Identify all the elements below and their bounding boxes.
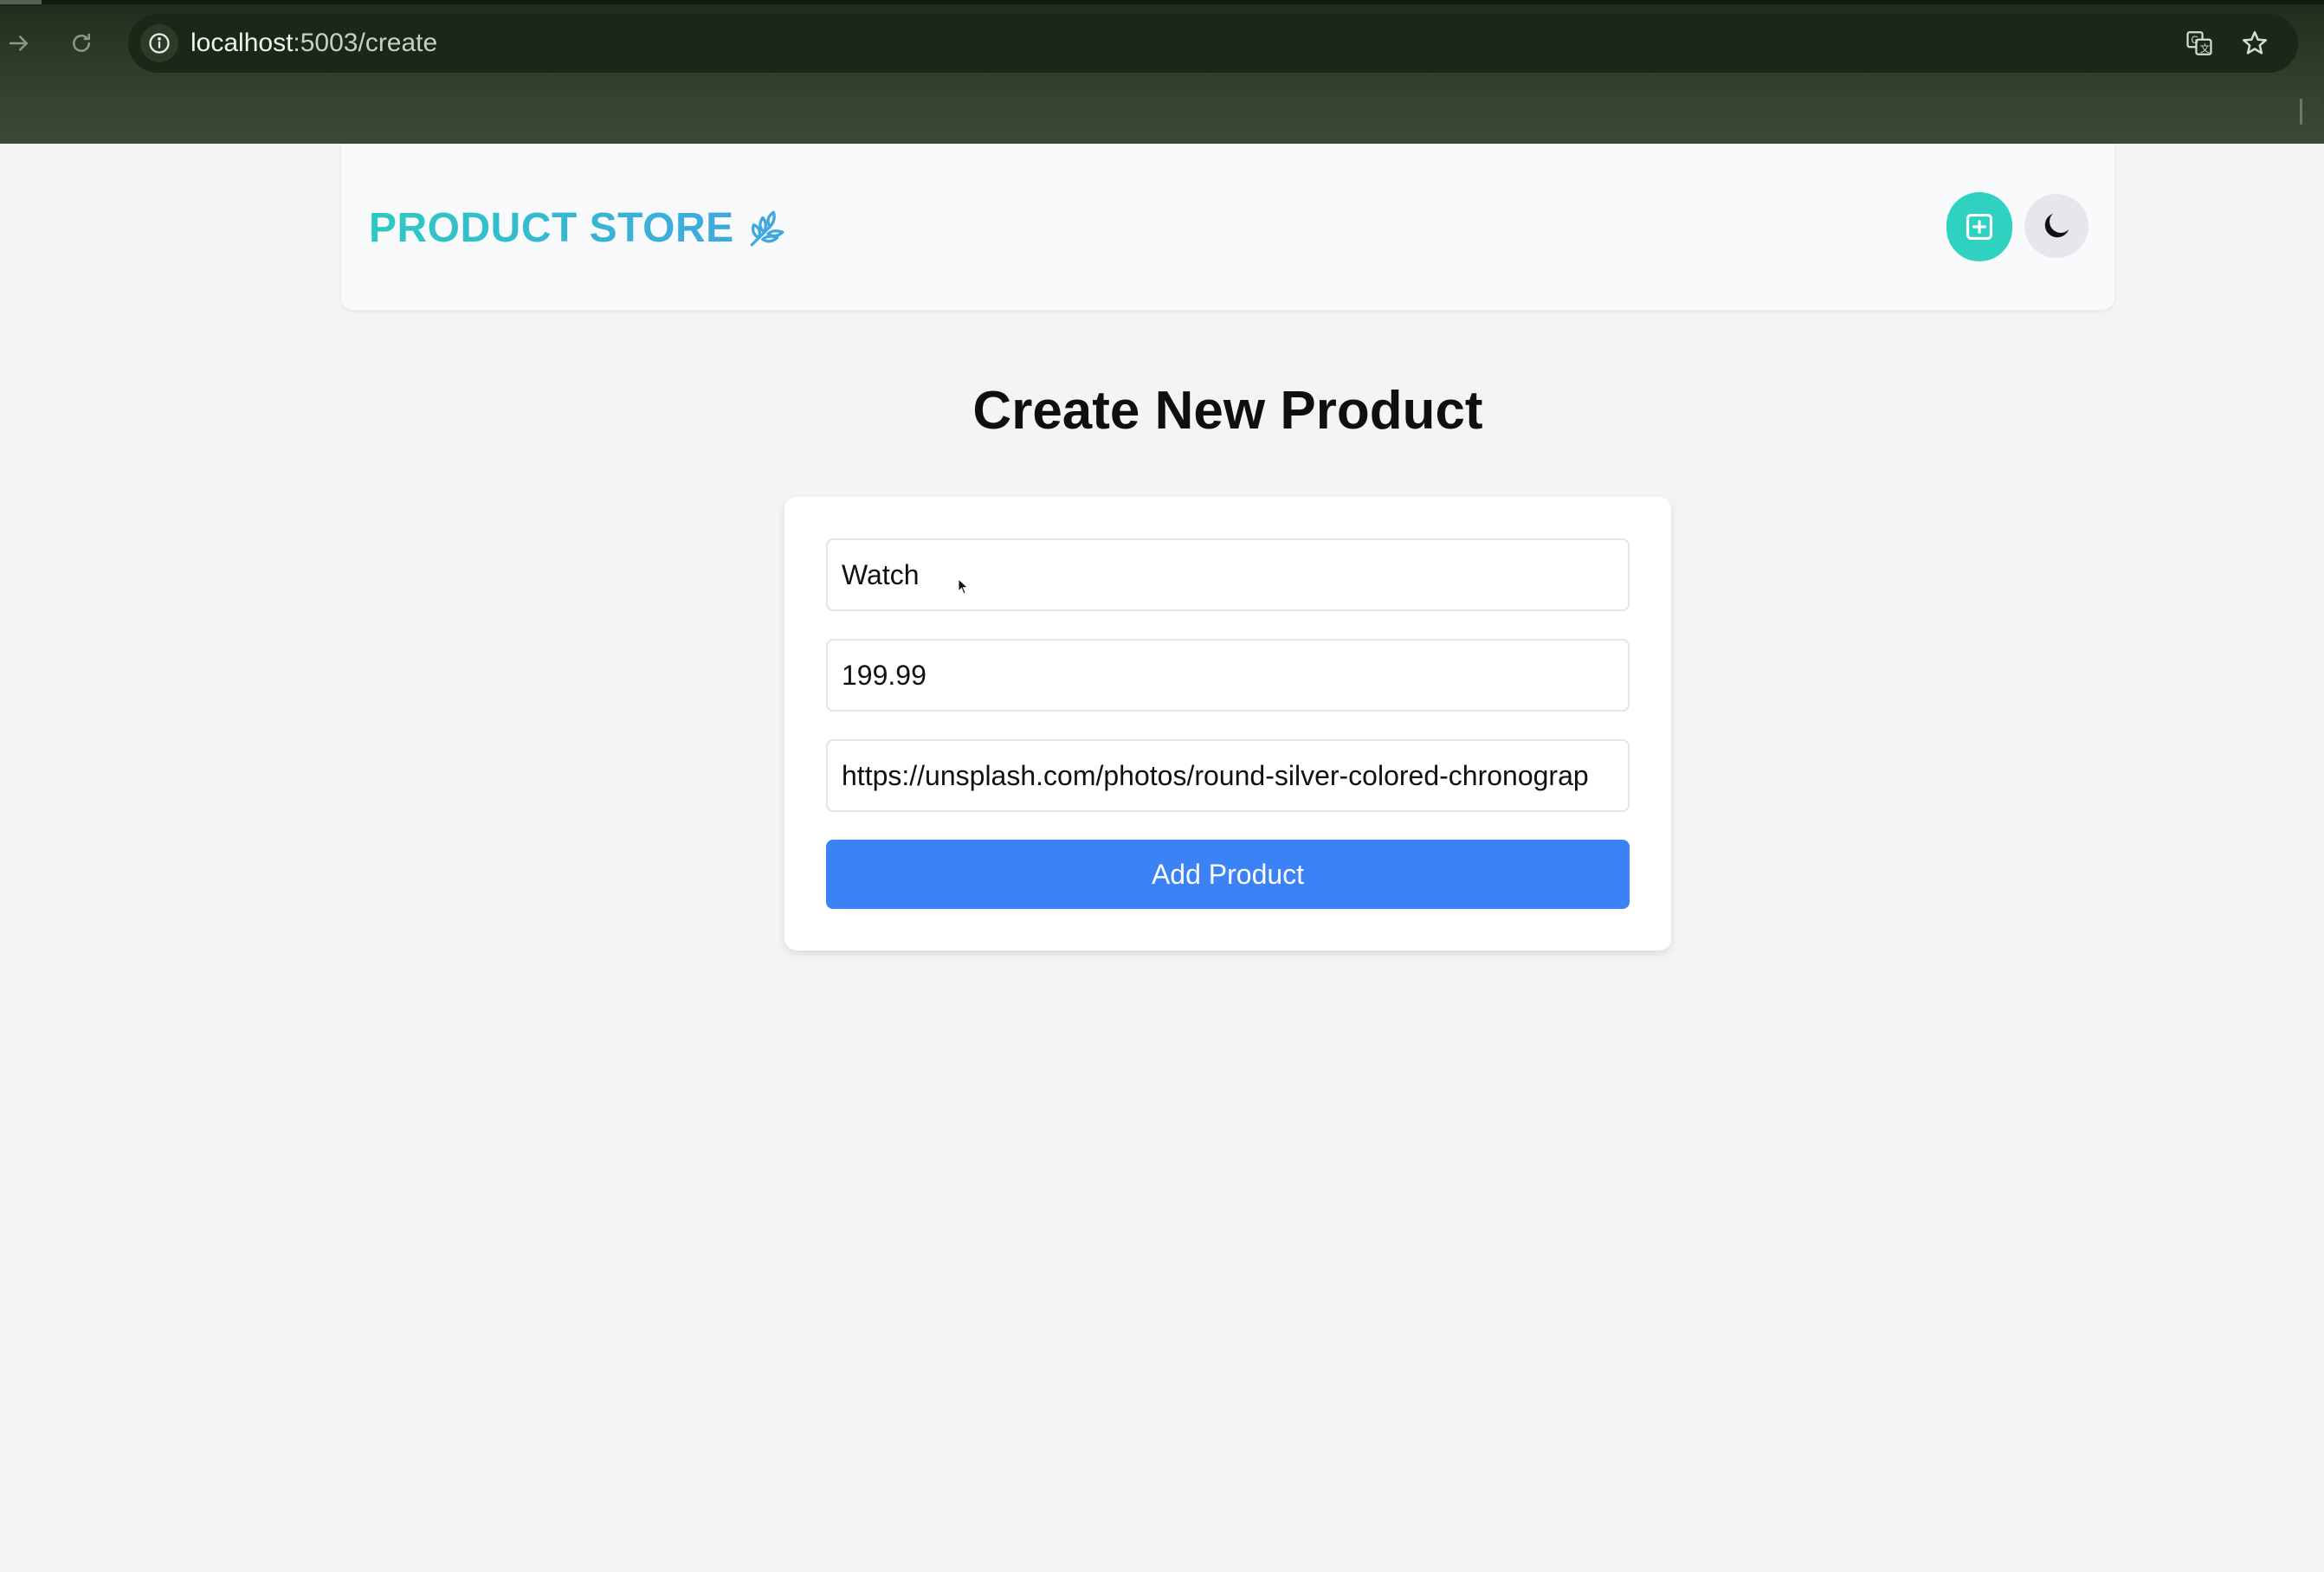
navbar: PRODUCT STORE (341, 144, 2114, 310)
address-bar[interactable]: localhost:5003/create G 文 (128, 14, 2298, 73)
product-price-input[interactable] (826, 639, 1630, 712)
bookmark-star-icon (2242, 30, 2268, 55)
reload-icon (73, 33, 90, 52)
url-host: localhost (190, 29, 294, 57)
mouse-cursor-icon (958, 578, 969, 595)
url-path: :5003/create (293, 29, 438, 57)
bookmark-button[interactable] (2237, 26, 2272, 61)
theme-toggle-button[interactable] (2024, 194, 2088, 258)
reload-button[interactable] (54, 16, 109, 71)
moon-icon (2044, 213, 2069, 238)
create-product-button[interactable] (1946, 192, 2012, 261)
brand-link[interactable]: PRODUCT STORE (369, 204, 788, 253)
plus-square-icon (1966, 213, 1993, 241)
create-product-form: Add Product (784, 497, 1671, 950)
brand-title: PRODUCT STORE (369, 205, 734, 251)
url-text[interactable]: localhost:5003/create (190, 26, 437, 61)
product-name-input[interactable] (826, 538, 1630, 611)
translate-button[interactable]: G 文 (2182, 26, 2217, 61)
add-product-button[interactable]: Add Product (826, 840, 1630, 909)
site-info-button[interactable] (140, 24, 178, 62)
product-image-url-input[interactable] (826, 739, 1630, 812)
page-title: Create New Product (972, 381, 1483, 441)
svg-text:文: 文 (2200, 42, 2210, 55)
translate-icon: G 文 (2186, 31, 2212, 55)
info-icon (149, 33, 170, 54)
forward-icon (9, 35, 28, 51)
forward-button[interactable] (0, 16, 47, 71)
leaf-icon (750, 210, 784, 247)
svg-text:G: G (2191, 34, 2198, 46)
tab-strip (0, 0, 2324, 4)
active-tab-indicator (0, 0, 42, 4)
side-panel-handle[interactable] (2300, 99, 2302, 125)
browser-toolbar: localhost:5003/create G 文 (0, 0, 2324, 144)
